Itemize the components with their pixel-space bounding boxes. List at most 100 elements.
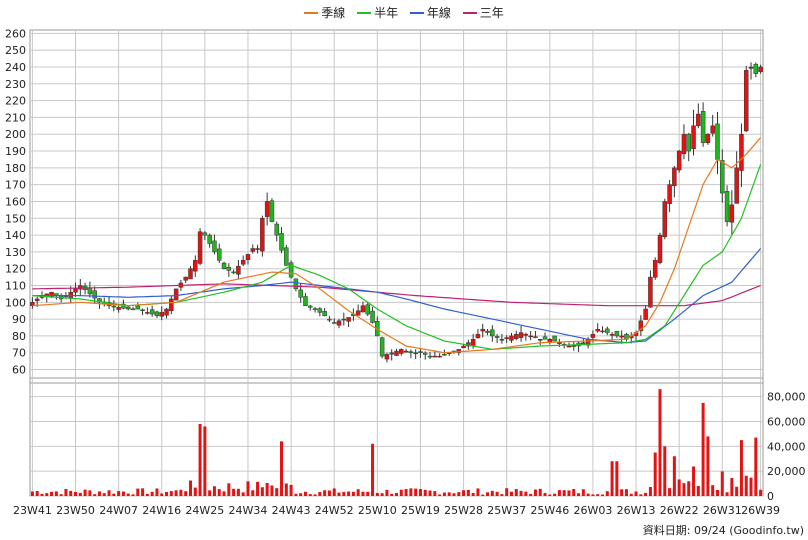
- candle-body: [116, 307, 121, 310]
- volume-bar: [557, 490, 561, 496]
- candle-body: [715, 123, 720, 160]
- stock-chart: 季線 半年 年線 三年 60 70 80 90 100 110 120 130 140 150 16…: [0, 0, 808, 540]
- volume-bar: [64, 488, 68, 496]
- x-tick-label: 26W31: [703, 504, 742, 517]
- volume-bar: [581, 489, 585, 496]
- volume-bar: [107, 490, 111, 496]
- candle-body: [34, 298, 40, 301]
- volume-bar: [500, 494, 504, 496]
- volume-bar: [165, 491, 169, 496]
- price-tick-label: 110: [5, 280, 26, 293]
- candle-body: [317, 308, 323, 313]
- candle-body: [327, 318, 332, 321]
- volume-bar: [634, 491, 638, 496]
- volume-bar: [347, 491, 351, 496]
- candle-body: [394, 350, 399, 356]
- candle-body: [193, 260, 198, 272]
- volume-bar: [256, 481, 260, 496]
- volume-bar: [414, 488, 418, 496]
- volume-bar: [720, 471, 724, 496]
- candle-body: [437, 355, 442, 358]
- x-tick-label: 25W37: [487, 504, 526, 517]
- volume-bar: [395, 492, 398, 496]
- volume-bar: [366, 491, 370, 496]
- volume-bar: [332, 488, 336, 496]
- candle-body: [672, 167, 677, 186]
- volume-bar: [639, 494, 643, 496]
- volume-bar: [548, 494, 552, 496]
- candle-body: [605, 328, 610, 333]
- candle-body: [322, 311, 327, 317]
- volume-bar: [303, 491, 307, 496]
- candle-body: [293, 278, 299, 290]
- candle-body: [734, 167, 739, 204]
- volume-bar: [668, 488, 672, 496]
- candle-body: [360, 305, 366, 313]
- volume-bar: [371, 443, 375, 496]
- candle-body: [231, 271, 236, 274]
- candle-body: [494, 336, 500, 338]
- volume-bar: [466, 489, 470, 496]
- price-tick-label: 100: [5, 296, 26, 309]
- candle-body: [643, 308, 648, 320]
- candle-body: [475, 334, 481, 339]
- candle-body: [384, 354, 390, 360]
- volume-bar: [610, 461, 614, 496]
- price-tick-label: 70: [12, 347, 26, 360]
- volume-bar: [83, 489, 87, 496]
- volume-bar: [409, 488, 413, 496]
- volume-bar: [97, 491, 101, 496]
- candle-body: [183, 276, 188, 281]
- candle-body: [590, 334, 596, 338]
- candle-body: [753, 63, 759, 74]
- volume-bar: [251, 490, 255, 496]
- volume-bar: [313, 494, 317, 496]
- volume-bar: [212, 486, 216, 496]
- candle-body: [355, 310, 361, 316]
- volume-bar: [45, 493, 49, 496]
- volume-bar: [620, 489, 624, 496]
- volume-bar: [179, 489, 183, 496]
- candle-body: [427, 355, 433, 358]
- volume-bar: [308, 494, 312, 496]
- volume-bar: [198, 423, 202, 496]
- candle-body: [619, 335, 624, 338]
- volume-bar: [677, 479, 681, 496]
- volume-bar: [596, 494, 600, 496]
- volume-bar: [725, 492, 729, 496]
- candle-body: [595, 328, 600, 332]
- volume-bar: [601, 494, 605, 496]
- candle-body: [331, 322, 337, 324]
- volume-bar: [131, 494, 135, 496]
- candle-body: [389, 352, 394, 355]
- candle-body: [197, 231, 203, 264]
- volume-bar: [385, 489, 389, 496]
- candle-body: [245, 254, 251, 260]
- volume-bar: [294, 493, 298, 496]
- volume-panel-frame: [29, 377, 764, 497]
- candle-body: [207, 234, 212, 244]
- price-tick-label: 190: [5, 145, 26, 158]
- volume-bar: [519, 490, 523, 496]
- x-tick-label: 25W28: [444, 504, 483, 517]
- candle-body: [681, 133, 687, 155]
- volume-tick-label: 40,000: [767, 440, 806, 453]
- volume-bar: [658, 389, 662, 496]
- candle-body: [255, 248, 260, 250]
- price-tick-label: 140: [5, 229, 26, 242]
- candle-body: [87, 287, 93, 295]
- candle-body: [537, 339, 543, 341]
- candle-body: [212, 240, 217, 253]
- x-tick-label: 24W43: [272, 504, 311, 517]
- price-panel-frame: [29, 29, 764, 384]
- volume-bar: [490, 490, 494, 496]
- volume-bar: [241, 492, 245, 496]
- price-tick-label: 230: [5, 78, 26, 91]
- candle-body: [260, 218, 265, 252]
- volume-bar: [232, 488, 236, 496]
- volume-bar: [696, 485, 700, 496]
- volume-bar: [270, 485, 274, 496]
- candle-body: [236, 265, 241, 275]
- price-tick-label: 60: [12, 364, 26, 377]
- volume-bar: [174, 490, 178, 496]
